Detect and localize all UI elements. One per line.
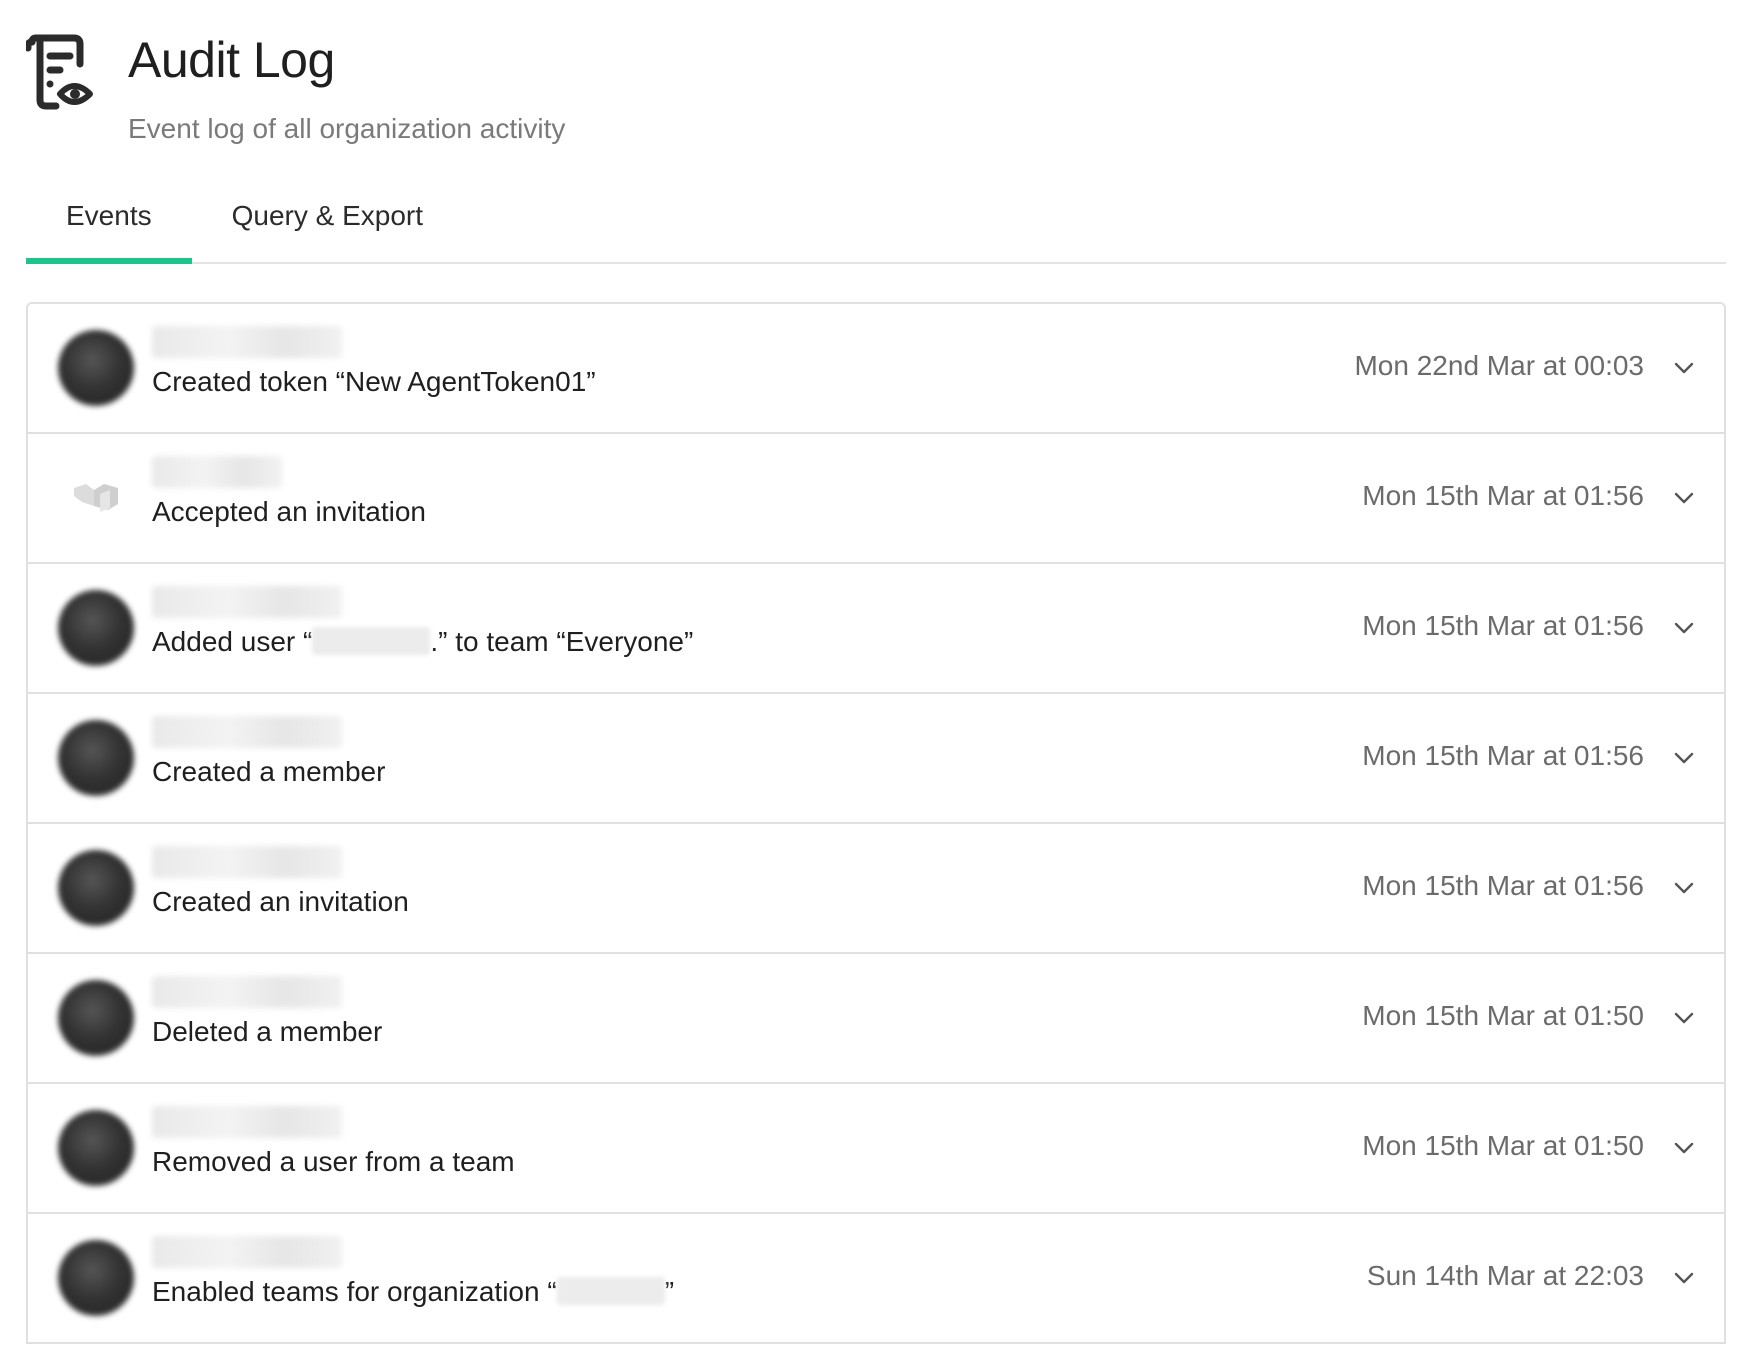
- chevron-down-icon[interactable]: [1672, 746, 1696, 770]
- description-suffix: ”: [664, 1276, 675, 1307]
- event-row[interactable]: Removed a user from a team Mon 15th Mar …: [28, 1084, 1724, 1214]
- event-description: Enabled teams for organization “ ”: [152, 1274, 674, 1310]
- description-prefix: Enabled teams for organization “: [152, 1276, 557, 1307]
- actor-name-redacted: [152, 456, 282, 488]
- event-description: Deleted a member: [152, 1016, 383, 1047]
- actor-name-redacted: [152, 326, 342, 358]
- audit-log-page: Audit Log Event log of all organization …: [0, 0, 1752, 1356]
- description-suffix: .” to team “Everyone”: [430, 626, 694, 657]
- user-avatar: [58, 1240, 134, 1316]
- audit-log-icon: [26, 34, 93, 110]
- event-description: Created an invitation: [152, 886, 409, 917]
- chevron-down-icon[interactable]: [1672, 1266, 1696, 1290]
- user-avatar: [58, 980, 134, 1056]
- tab-bar: Events Query & Export: [26, 180, 1726, 264]
- event-description: Created a member: [152, 756, 386, 787]
- user-avatar: [58, 1110, 134, 1186]
- chevron-down-icon[interactable]: [1672, 356, 1696, 380]
- event-row[interactable]: Deleted a member Mon 15th Mar at 01:50: [28, 954, 1724, 1084]
- event-timestamp: Sun 14th Mar at 22:03: [1366, 1260, 1644, 1291]
- description-prefix: Added user “: [152, 626, 313, 657]
- page-subtitle: Event log of all organization activity: [128, 113, 566, 144]
- event-timestamp: Mon 15th Mar at 01:50: [1362, 1000, 1644, 1031]
- chevron-down-icon[interactable]: [1672, 486, 1696, 510]
- org-logo-icon: [74, 484, 118, 512]
- actor-name-redacted: [152, 1236, 342, 1268]
- actor-name-redacted: [152, 976, 342, 1008]
- event-description: Accepted an invitation: [152, 496, 426, 527]
- redacted-org-name: [556, 1277, 665, 1305]
- chevron-down-icon[interactable]: [1672, 1136, 1696, 1160]
- event-timestamp: Mon 15th Mar at 01:56: [1362, 480, 1644, 511]
- chevron-down-icon[interactable]: [1672, 1006, 1696, 1030]
- tab-query-export[interactable]: Query & Export: [192, 180, 463, 262]
- event-description: Added user “ .” to team “Everyone”: [152, 624, 693, 660]
- actor-name-redacted: [152, 1106, 342, 1138]
- event-timestamp: Mon 15th Mar at 01:50: [1362, 1130, 1644, 1161]
- event-row[interactable]: Enabled teams for organization “ ” Sun 14…: [28, 1214, 1724, 1344]
- event-description: Created token “New AgentToken01”: [152, 366, 596, 397]
- event-row[interactable]: Accepted an invitation Mon 15th Mar at 0…: [28, 434, 1724, 564]
- chevron-down-icon[interactable]: [1672, 876, 1696, 900]
- event-row[interactable]: Created a member Mon 15th Mar at 01:56: [28, 694, 1724, 824]
- user-avatar: [58, 590, 134, 666]
- user-avatar: [58, 720, 134, 796]
- event-timestamp: Mon 15th Mar at 01:56: [1362, 610, 1644, 641]
- page-header: Audit Log Event log of all organization …: [26, 30, 565, 146]
- redacted-username: [312, 627, 431, 655]
- event-row[interactable]: Added user “ .” to team “Everyone” Mon 15…: [28, 564, 1724, 694]
- chevron-down-icon[interactable]: [1672, 616, 1696, 640]
- user-avatar: [58, 850, 134, 926]
- event-timestamp: Mon 15th Mar at 01:56: [1362, 870, 1644, 901]
- event-list: Created token “New AgentToken01” Mon 22n…: [26, 302, 1726, 1344]
- event-timestamp: Mon 15th Mar at 01:56: [1362, 740, 1644, 771]
- actor-name-redacted: [152, 846, 342, 878]
- user-avatar: [58, 330, 134, 406]
- page-title: Audit Log: [128, 32, 335, 88]
- event-description: Removed a user from a team: [152, 1146, 515, 1177]
- event-timestamp: Mon 22nd Mar at 00:03: [1354, 350, 1644, 381]
- event-row[interactable]: Created token “New AgentToken01” Mon 22n…: [28, 304, 1724, 434]
- actor-name-redacted: [152, 586, 342, 618]
- event-row[interactable]: Created an invitation Mon 15th Mar at 01…: [28, 824, 1724, 954]
- tab-events[interactable]: Events: [26, 180, 192, 264]
- actor-name-redacted: [152, 716, 342, 748]
